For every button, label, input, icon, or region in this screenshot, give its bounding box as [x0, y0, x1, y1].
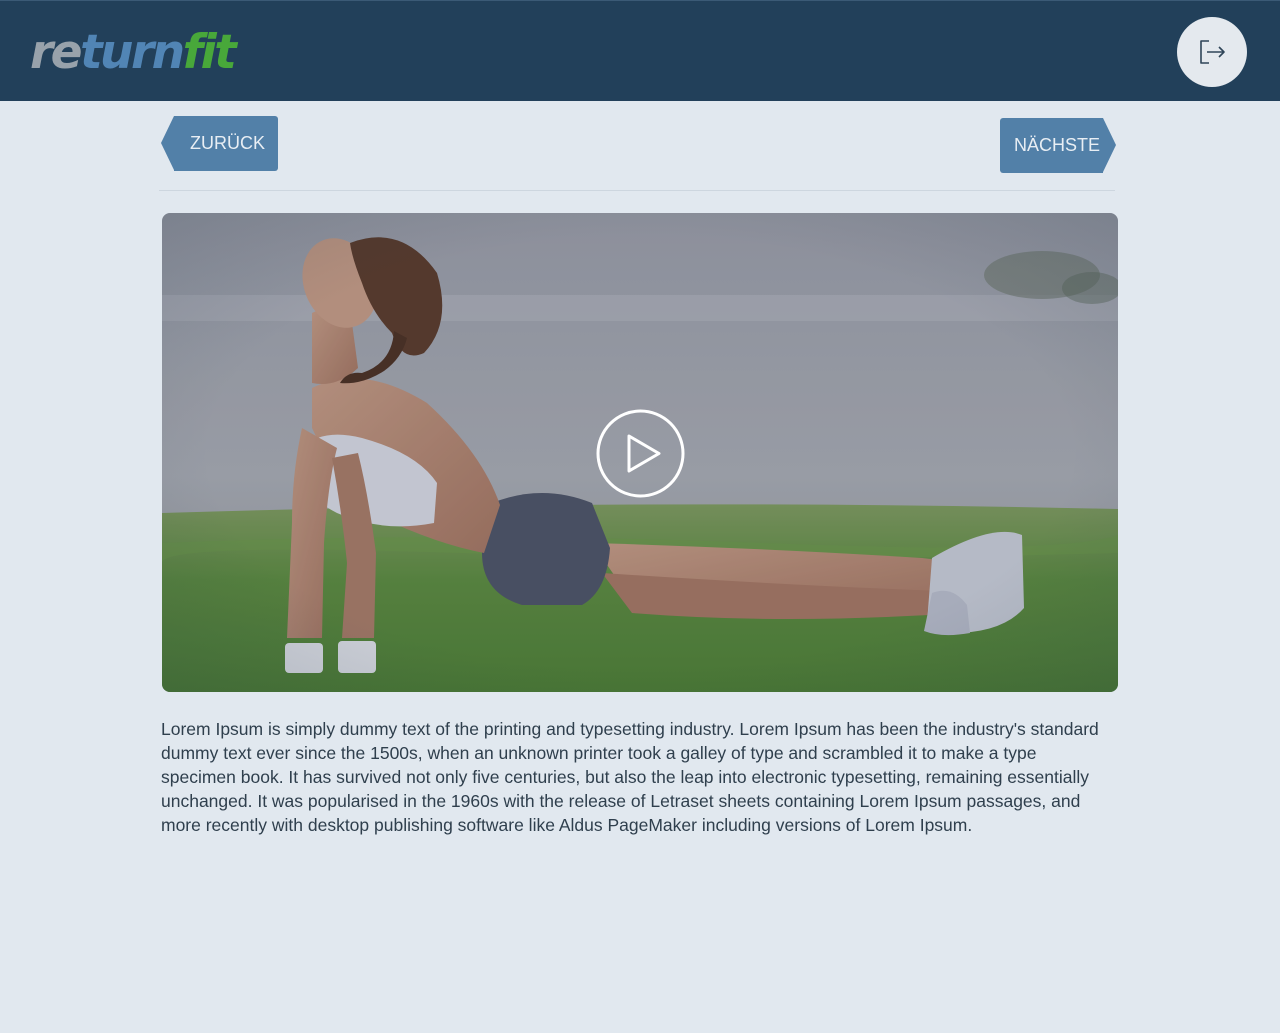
logout-icon	[1200, 40, 1225, 64]
play-button[interactable]	[596, 409, 685, 498]
app-header: returnfit	[0, 0, 1280, 101]
back-button[interactable]: ZURÜCK	[161, 116, 278, 171]
logo-part-turn: turn	[80, 25, 185, 80]
logo-part-re: re	[30, 25, 83, 80]
returnfit-logo[interactable]: returnfit	[30, 25, 237, 80]
description-text: Lorem Ipsum is simply dummy text of the …	[161, 719, 1099, 835]
logout-button[interactable]	[1177, 17, 1247, 87]
logo-part-fit: fit	[182, 25, 237, 80]
video-player[interactable]	[162, 213, 1118, 692]
next-button[interactable]: NÄCHSTE	[1000, 118, 1116, 173]
divider	[159, 190, 1115, 191]
play-icon	[596, 409, 685, 498]
